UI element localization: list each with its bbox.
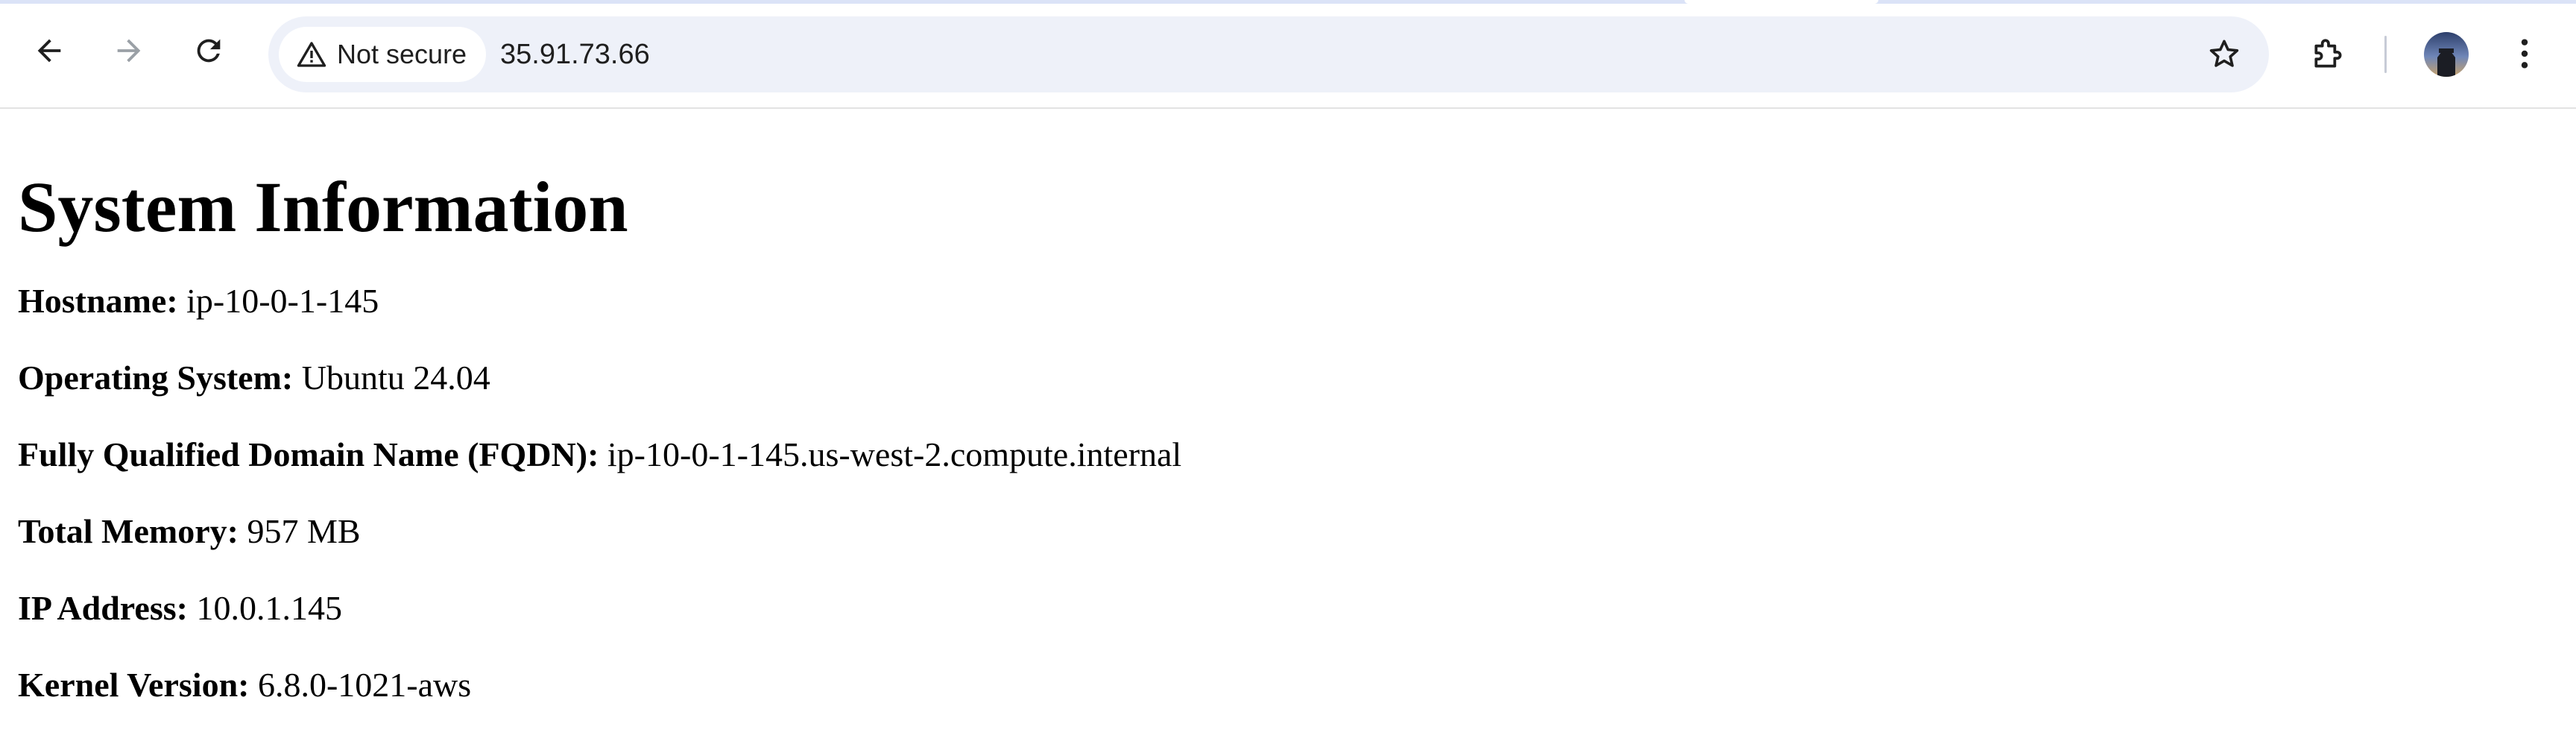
star-icon (2209, 40, 2239, 67)
browser-toolbar: Not secure 35.91.73.66 (0, 0, 2576, 109)
arrow-left-icon (37, 39, 61, 63)
security-label: Not secure (337, 39, 467, 69)
info-key: Total Memory: (18, 512, 239, 550)
info-value: 10.0.1.145 (196, 589, 342, 627)
info-key: Operating System: (18, 359, 294, 397)
system-info-list: Hostname: ip-10-0-1-145 Operating System… (18, 280, 2558, 706)
kebab-menu-icon (2521, 39, 2528, 69)
browser-menu-button[interactable] (2506, 31, 2543, 76)
profile-avatar[interactable] (2424, 32, 2469, 77)
extensions-button[interactable] (2306, 31, 2351, 76)
avatar (2424, 32, 2469, 77)
puzzle-piece-icon (2314, 39, 2342, 68)
info-row-hostname: Hostname: ip-10-0-1-145 (18, 280, 2558, 322)
warning-triangle-icon (297, 42, 326, 67)
info-row-total-memory: Total Memory: 957 MB (18, 511, 2558, 552)
info-value: 6.8.0-1021-aws (257, 666, 472, 704)
toolbar-divider (2384, 36, 2387, 73)
info-row-kernel-version: Kernel Version: 6.8.0-1021-aws (18, 664, 2558, 706)
reload-button[interactable] (186, 28, 231, 73)
arrow-right-icon (117, 39, 141, 63)
info-row-operating-system: Operating System: Ubuntu 24.04 (18, 357, 2558, 399)
info-row-ip-address: IP Address: 10.0.1.145 (18, 587, 2558, 629)
info-value: ip-10-0-1-145.us-west-2.compute.internal (607, 435, 1182, 473)
info-value: ip-10-0-1-145 (186, 282, 379, 320)
url-text[interactable]: 35.91.73.66 (500, 16, 650, 92)
info-key: Fully Qualified Domain Name (FQDN): (18, 435, 599, 473)
address-bar[interactable]: Not secure 35.91.73.66 (268, 16, 2269, 92)
info-value: 957 MB (247, 512, 361, 550)
back-button[interactable] (27, 28, 72, 73)
info-key: Hostname: (18, 282, 178, 320)
reload-icon (197, 39, 221, 63)
page-title: System Information (18, 167, 628, 247)
page-content: System Information Hostname: ip-10-0-1-1… (0, 109, 2576, 747)
info-row-fqdn: Fully Qualified Domain Name (FQDN): ip-1… (18, 434, 2558, 476)
info-key: Kernel Version: (18, 666, 250, 704)
forward-button[interactable] (107, 28, 151, 73)
tab-strip-edge (0, 0, 2576, 4)
bookmark-button[interactable] (2202, 32, 2247, 77)
security-indicator-chip[interactable]: Not secure (279, 27, 487, 82)
info-value: Ubuntu 24.04 (301, 359, 490, 397)
info-key: IP Address: (18, 589, 188, 627)
